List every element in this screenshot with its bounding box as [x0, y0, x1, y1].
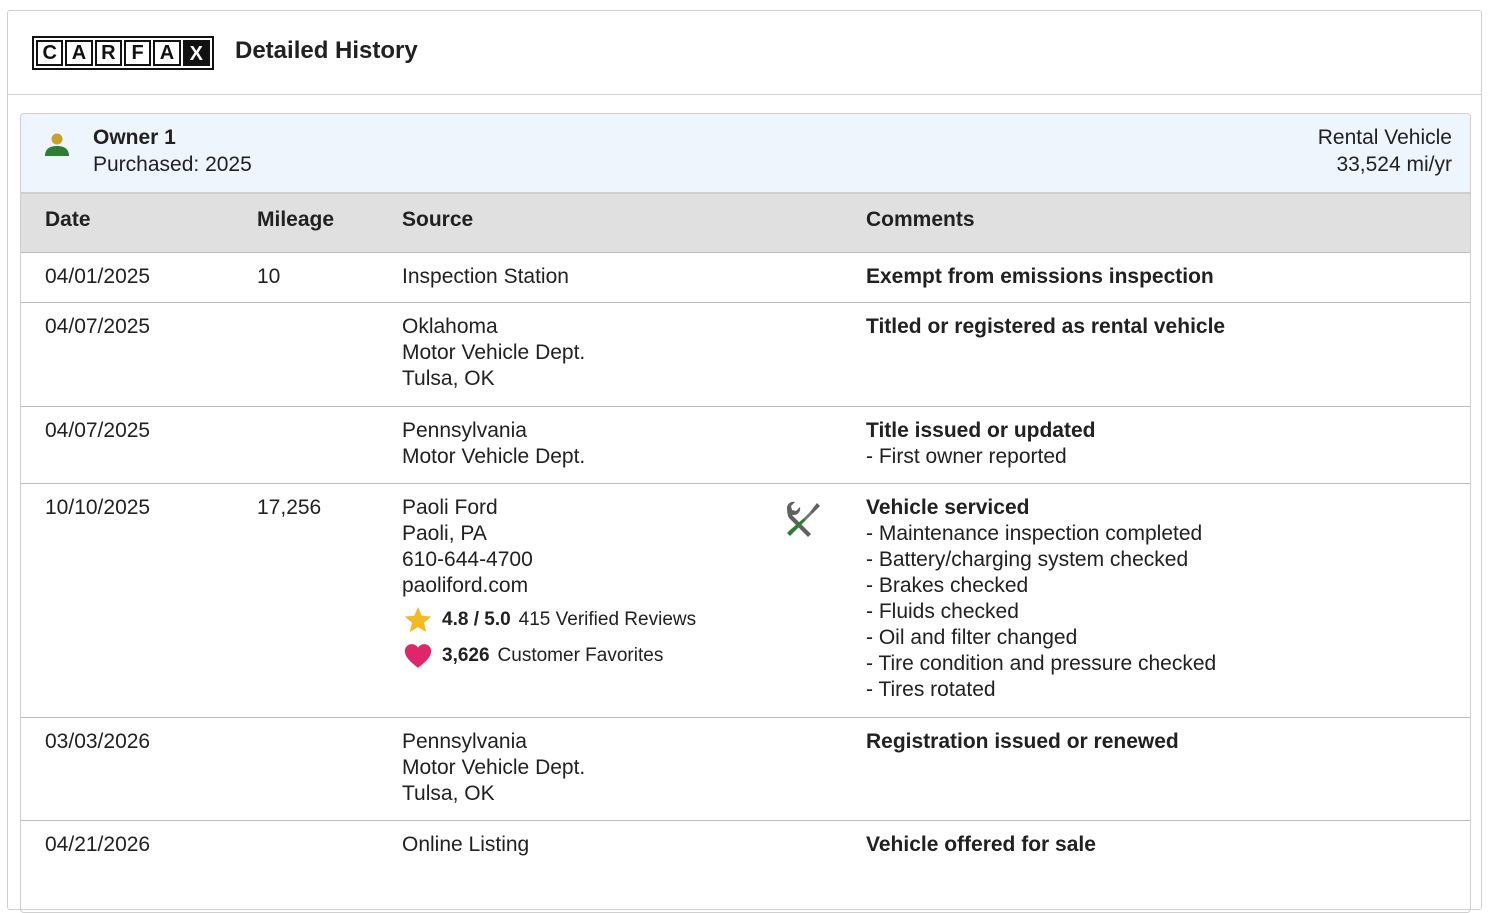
owner-section: Owner 1 Purchased: 2025 Rental Vehicle 3… [20, 113, 1471, 913]
source-line: Motor Vehicle Dept. [402, 756, 586, 779]
tools-icon [787, 501, 820, 537]
source-line: Motor Vehicle Dept. [402, 341, 586, 364]
table-row: 04/21/2026 Online Listing Vehicle offere… [21, 821, 1470, 912]
person-icon [45, 133, 69, 156]
row-mileage: 10 [257, 265, 281, 288]
source-line: Tulsa, OK [402, 367, 495, 390]
row-comments: Title issued or updated - First owner re… [866, 418, 1095, 470]
table-row: 04/07/2025 Oklahoma Motor Vehicle Dept. … [21, 303, 1470, 407]
source-line: Paoli, PA [402, 522, 487, 545]
page-title: Detailed History [235, 37, 418, 64]
comment-detail: - Tires rotated [866, 678, 996, 701]
owner-mileage: 33,524 mi/yr [1336, 153, 1452, 176]
row-comments: Titled or registered as rental vehicle [866, 314, 1225, 340]
comment-detail: - Tire condition and pressure checked [866, 652, 1217, 675]
row-mileage: 17,256 [257, 496, 322, 519]
row-date: 10/10/2025 [45, 496, 151, 519]
column-header-date: Date [45, 208, 91, 231]
row-comments: Vehicle offered for sale [866, 832, 1096, 858]
table-header: Date Mileage Source Comments [21, 194, 1470, 253]
column-header-source: Source [402, 208, 474, 231]
dealer-rating[interactable]: 4.8 / 5.0 415 Verified Reviews [402, 605, 696, 635]
comment-title: Title issued or updated [866, 419, 1096, 442]
source-line: Pennsylvania [402, 419, 527, 442]
source-line: Inspection Station [402, 265, 569, 288]
comment-title: Vehicle offered for sale [866, 833, 1096, 856]
owner-type: Rental Vehicle [1317, 126, 1452, 149]
row-comments: Exempt from emissions inspection [866, 264, 1214, 290]
source-line: Online Listing [402, 833, 530, 856]
rating-score: 4.8 / 5.0 [442, 609, 511, 630]
logo-letter: R [94, 40, 122, 66]
owner-purchased: Purchased: 2025 [93, 153, 252, 176]
source-line: Motor Vehicle Dept. [402, 445, 586, 468]
customer-favorites[interactable]: 3,626 Customer Favorites [402, 641, 696, 671]
heart-icon [404, 644, 432, 668]
comment-detail: - Fluids checked [866, 600, 1019, 623]
row-comments: Registration issued or renewed [866, 729, 1179, 755]
row-source: Online Listing [402, 832, 529, 858]
comment-detail: - First owner reported [866, 445, 1067, 468]
detailed-history-card: C A R F A X Detailed History Owner 1 Pur… [7, 10, 1482, 913]
logo-letter: A [153, 40, 181, 66]
logo-letter: A [65, 40, 93, 66]
source-line: Paoli Ford [402, 496, 498, 519]
comment-title: Titled or registered as rental vehicle [866, 315, 1226, 338]
owner-name: Owner 1 [93, 126, 176, 149]
table-row: 03/03/2026 Pennsylvania Motor Vehicle De… [21, 718, 1470, 821]
row-source: Oklahoma Motor Vehicle Dept. Tulsa, OK [402, 314, 585, 392]
column-header-mileage: Mileage [257, 208, 335, 231]
rating-reviews: 415 Verified Reviews [518, 609, 697, 630]
row-source: Paoli Ford Paoli, PA 610-644-4700 paolif… [402, 495, 696, 671]
comment-detail: - Brakes checked [866, 574, 1029, 597]
table-row: 04/07/2025 Pennsylvania Motor Vehicle De… [21, 407, 1470, 484]
table-row: 04/01/2025 10 Inspection Station Exempt … [21, 253, 1470, 303]
comment-title: Exempt from emissions inspection [866, 265, 1214, 288]
comment-detail: - Oil and filter changed [866, 626, 1078, 649]
row-comments: Vehicle serviced - Maintenance inspectio… [866, 495, 1216, 703]
source-line: Tulsa, OK [402, 782, 495, 805]
row-date: 04/21/2026 [45, 833, 151, 856]
row-source: Inspection Station [402, 264, 569, 290]
table-row: 10/10/2025 17,256 Paoli Ford Paoli, PA 6… [21, 484, 1470, 718]
column-header-comments: Comments [866, 208, 975, 231]
row-date: 04/07/2025 [45, 419, 151, 442]
source-line: 610-644-4700 [402, 548, 533, 571]
row-date: 03/03/2026 [45, 730, 151, 753]
comment-detail: - Battery/charging system checked [866, 548, 1189, 571]
source-line: Oklahoma [402, 315, 498, 338]
favorites-count: 3,626 [442, 645, 490, 666]
comment-title: Registration issued or renewed [866, 730, 1179, 753]
row-date: 04/01/2025 [45, 265, 151, 288]
comment-title: Vehicle serviced [866, 496, 1030, 519]
logo-letter: X [182, 40, 210, 66]
comment-detail: - Maintenance inspection completed [866, 522, 1203, 545]
owner-bar: Owner 1 Purchased: 2025 Rental Vehicle 3… [21, 114, 1470, 194]
card-header: C A R F A X Detailed History [8, 11, 1481, 95]
favorites-label: Customer Favorites [497, 645, 664, 666]
logo-letter: C [36, 40, 64, 66]
row-date: 04/07/2025 [45, 315, 151, 338]
row-source: Pennsylvania Motor Vehicle Dept. [402, 418, 585, 470]
row-source: Pennsylvania Motor Vehicle Dept. Tulsa, … [402, 729, 585, 807]
star-icon [404, 606, 432, 633]
dealer-website-link[interactable]: paoliford.com [402, 573, 696, 599]
source-line: Pennsylvania [402, 730, 527, 753]
logo-letter: F [123, 40, 152, 66]
carfax-logo: C A R F A X [32, 36, 214, 70]
